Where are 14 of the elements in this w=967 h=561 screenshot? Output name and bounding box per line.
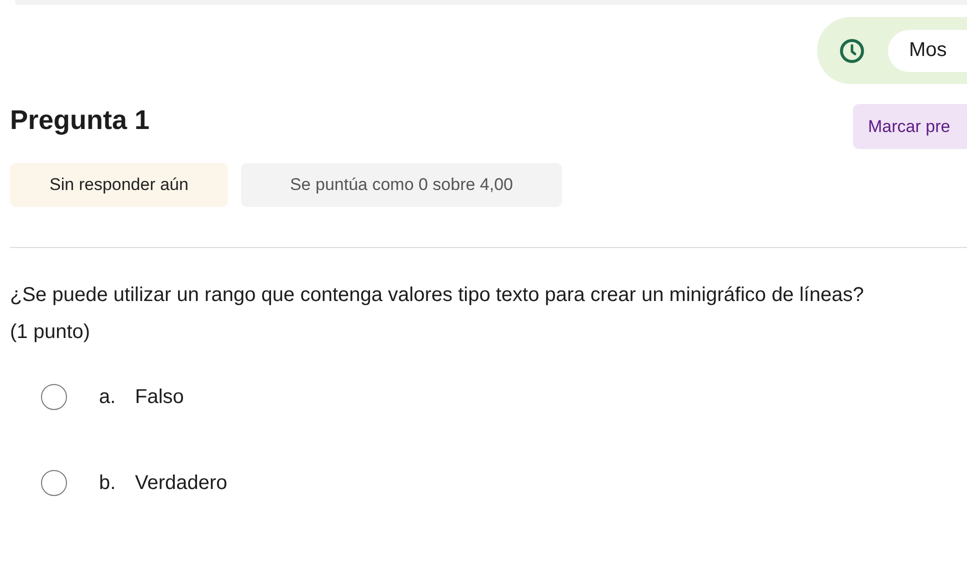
timer-toggle-button[interactable]: Mos	[888, 30, 967, 72]
option-letter: a.	[99, 386, 117, 408]
answer-status: Sin responder aún	[10, 163, 228, 207]
question-text: ¿Se puede utilizar un rango que contenga valores tipo texto para crear un minigráfico de líneas?	[10, 283, 865, 308]
option-label[interactable]: Verdadero	[135, 472, 228, 494]
grade-info: Se puntúa como 0 sobre 4,00	[241, 163, 562, 207]
flag-question-button[interactable]: Marcar pre	[853, 104, 967, 149]
radio-button[interactable]	[41, 470, 67, 496]
option-letter: b.	[99, 472, 117, 494]
clock-icon	[839, 38, 865, 64]
radio-button[interactable]	[41, 384, 67, 410]
option-label[interactable]: Falso	[135, 386, 184, 408]
question-points: (1 punto)	[10, 321, 92, 344]
question-title: Pregunta 1	[10, 104, 150, 136]
